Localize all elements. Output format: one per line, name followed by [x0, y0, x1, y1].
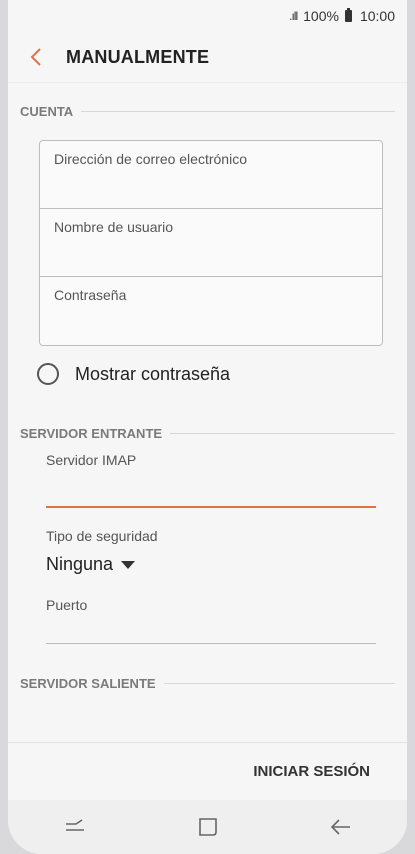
security-type-dropdown[interactable]: Ninguna — [46, 554, 376, 575]
account-fields-box: Dirección de correo electrónico Nombre d… — [39, 140, 383, 346]
battery-icon — [344, 8, 352, 22]
security-type-label: Tipo de seguridad — [46, 528, 158, 544]
security-type-field: Tipo de seguridad Ninguna — [46, 528, 376, 575]
phone-screen: .ıll 100% 10:00 MANUALMENTE CUENTA Direc… — [8, 0, 407, 854]
show-password-toggle[interactable]: Mostrar contraseña — [37, 346, 407, 402]
section-outgoing-title: SERVIDOR SALIENTE — [20, 675, 156, 691]
clock: 10:00 — [359, 8, 395, 24]
settings-form: CUENTA Dirección de correo electrónico N… — [8, 82, 407, 742]
section-outgoing: SERVIDOR SALIENTE — [8, 672, 407, 694]
app-header: MANUALMENTE — [8, 32, 407, 82]
port-field[interactable]: Puerto — [46, 597, 376, 644]
password-field[interactable]: Contraseña — [40, 277, 382, 345]
username-field-label: Nombre de usuario — [54, 219, 174, 235]
navigation-bar — [8, 800, 407, 854]
section-account-title: CUENTA — [20, 103, 74, 119]
section-incoming: SERVIDOR ENTRANTE — [8, 422, 407, 444]
back-arrow-icon[interactable] — [16, 37, 56, 77]
imap-server-label: Servidor IMAP — [46, 452, 137, 468]
divider — [170, 432, 395, 434]
page-title: MANUALMENTE — [66, 46, 210, 67]
divider — [163, 682, 395, 684]
recent-apps-icon[interactable] — [55, 807, 95, 847]
status-bar: .ıll 100% 10:00 — [8, 0, 407, 32]
imap-server-underline — [46, 506, 376, 508]
battery-level: 100% — [303, 8, 339, 24]
username-field[interactable]: Nombre de usuario — [40, 209, 382, 277]
port-input[interactable] — [46, 613, 376, 643]
port-label: Puerto — [46, 597, 88, 613]
section-account: CUENTA — [8, 100, 407, 122]
signal-icon: .ıll — [289, 9, 298, 23]
radio-button[interactable] — [37, 363, 59, 385]
password-field-label: Contraseña — [54, 287, 127, 303]
show-password-label: Mostrar contraseña — [75, 363, 231, 384]
email-field-label: Dirección de correo electrónico — [54, 151, 247, 167]
imap-server-field[interactable]: Servidor IMAP — [46, 452, 376, 508]
security-type-value: Ninguna — [46, 554, 114, 574]
imap-server-input[interactable] — [46, 468, 376, 506]
back-icon[interactable] — [321, 807, 361, 847]
home-icon[interactable] — [188, 807, 228, 847]
divider — [81, 110, 395, 112]
section-incoming-title: SERVIDOR ENTRANTE — [20, 425, 163, 441]
dropdown-arrow-icon — [121, 560, 136, 569]
bottom-action-bar: INICIAR SESIÓN — [8, 742, 407, 800]
login-button[interactable]: INICIAR SESIÓN — [247, 762, 376, 781]
email-field[interactable]: Dirección de correo electrónico — [40, 141, 382, 209]
